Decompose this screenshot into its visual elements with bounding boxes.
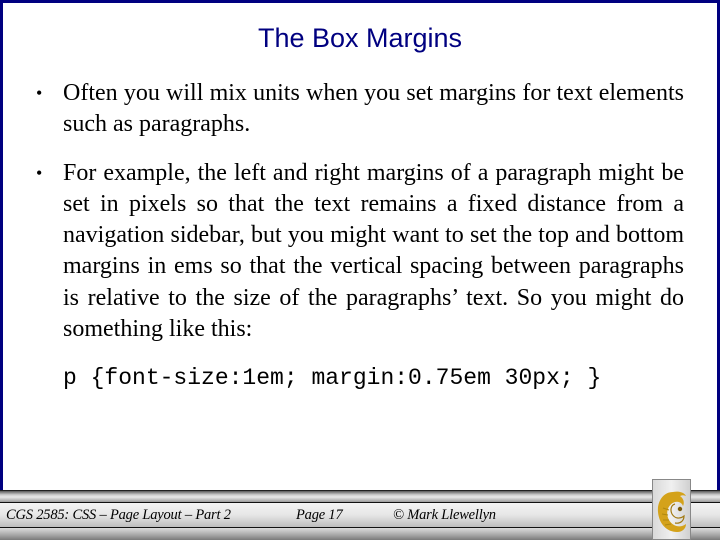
- code-example: p {font-size:1em; margin:0.75em 30px; }: [63, 365, 602, 391]
- footer-copyright: © Mark Llewellyn: [393, 507, 496, 523]
- bullet-item: • Often you will mix units when you set …: [36, 78, 684, 141]
- bullet-text: Often you will mix units when you set ma…: [63, 80, 684, 138]
- pegasus-logo-icon: [657, 491, 686, 532]
- bullet-icon: •: [36, 83, 43, 103]
- bullet-icon: •: [36, 162, 43, 183]
- footer-page-number: Page 17: [296, 507, 343, 523]
- footer-course: CGS 2585: CSS – Page Layout – Part 2: [6, 507, 231, 523]
- footer-band-bottom: [0, 528, 720, 540]
- bullet-item: • For example, the left and right margin…: [36, 158, 684, 346]
- bullet-list: • Often you will mix units when you set …: [36, 78, 684, 362]
- footer-bar: CGS 2585: CSS – Page Layout – Part 2 Pag…: [0, 490, 720, 540]
- slide-title: The Box Margins: [257, 23, 463, 53]
- logo-box: [652, 479, 691, 540]
- bullet-text: For example, the left and right margins …: [63, 159, 684, 343]
- footer-band-top: [0, 490, 720, 502]
